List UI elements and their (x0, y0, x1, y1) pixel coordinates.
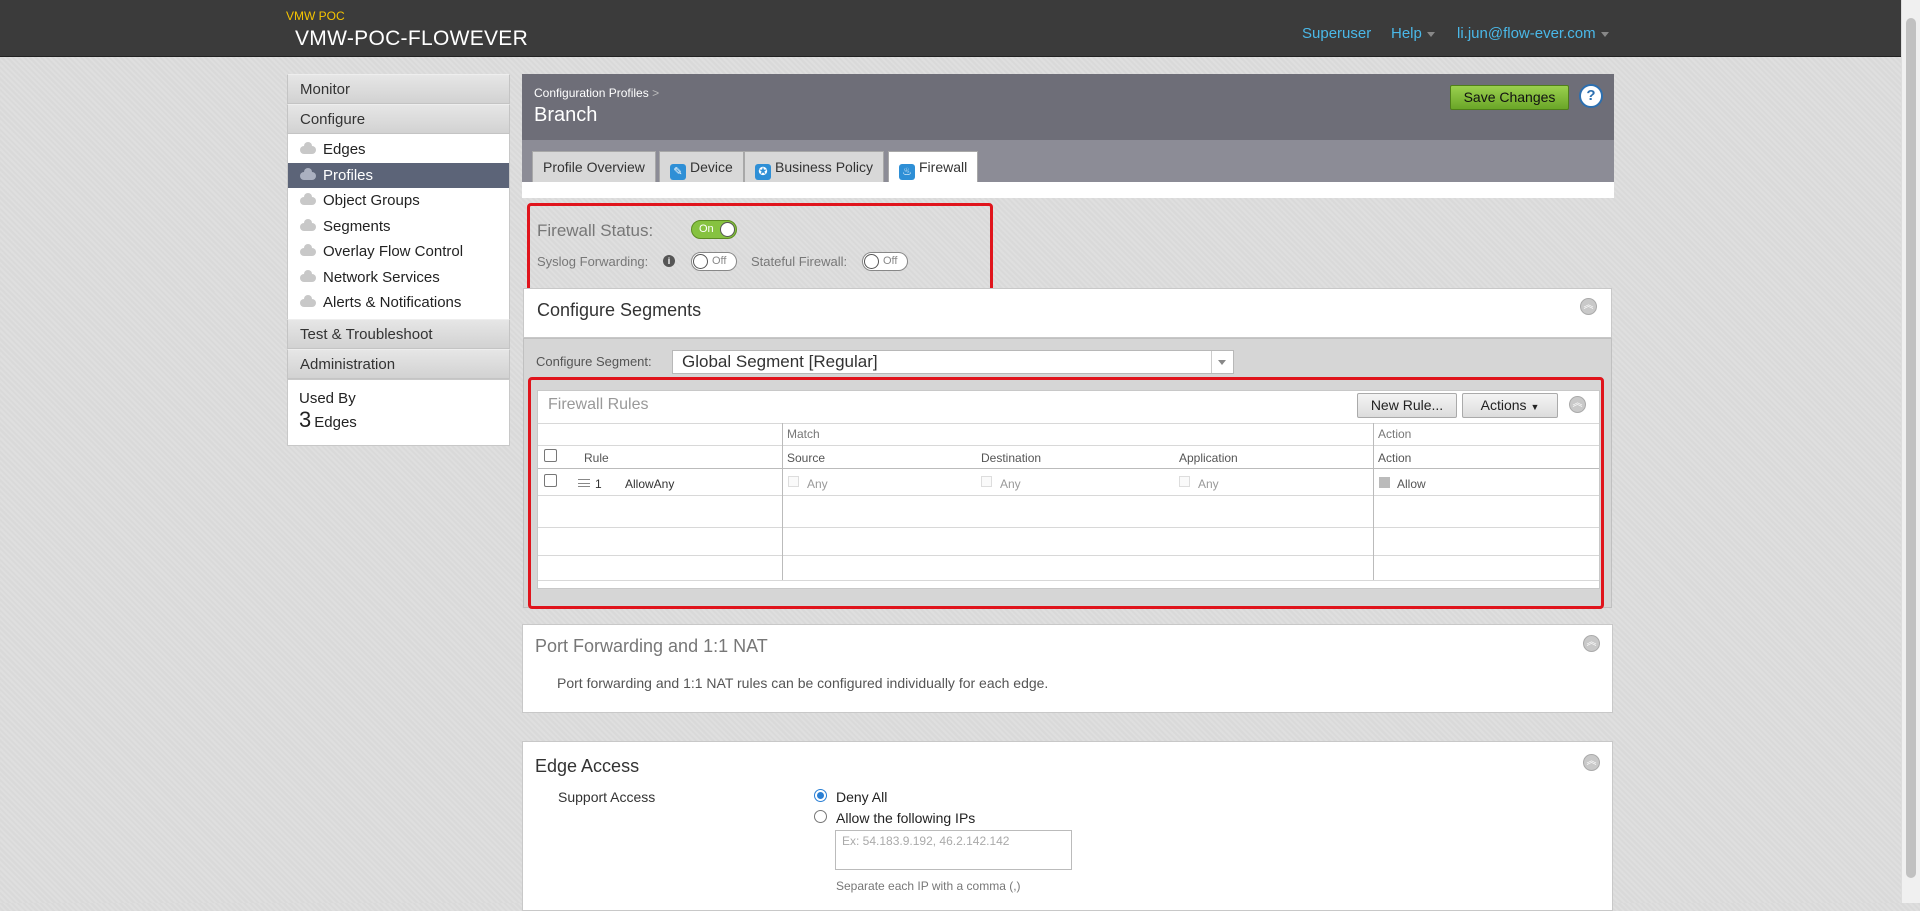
sidebar-test-troubleshoot[interactable]: Test & Troubleshoot (287, 318, 510, 349)
edge-access-panel (522, 741, 1613, 911)
cloud-icon (300, 269, 316, 282)
chevron-down-icon[interactable] (1211, 351, 1233, 373)
sidebar-item-label: Alerts & Notifications (323, 294, 462, 311)
segment-select-value: Global Segment [Regular] (682, 352, 878, 371)
sidebar-item-label: Profiles (323, 166, 374, 184)
breadcrumb-link[interactable]: Configuration Profiles (534, 86, 649, 100)
tab-bar: Profile Overview ✎ Device ✪ Business Polic… (522, 140, 1614, 182)
cloud-icon (300, 295, 316, 307)
scrollbar-thumb[interactable] (1906, 18, 1916, 878)
sidebar-item-label: Edges (323, 141, 366, 158)
deny-all-label[interactable]: Deny All (836, 789, 887, 805)
page-title: Branch (534, 104, 598, 126)
sidebar-item-alerts[interactable]: Alerts & Notifications (288, 290, 509, 316)
sidebar-configure[interactable]: Configure (287, 104, 510, 134)
sidebar-item-overlay-flow-control[interactable]: Overlay Flow Control (288, 239, 509, 265)
collapse-icon[interactable]: ︽ (1583, 635, 1600, 652)
port-forwarding-title: Port Forwarding and 1:1 NAT (535, 636, 768, 656)
sidebar-monitor[interactable]: Monitor (287, 74, 510, 104)
page-header: Configuration Profiles > Branch Save Cha… (522, 74, 1614, 140)
allowed-ips-input[interactable]: Ex: 54.183.9.192, 46.2.142.142 (835, 830, 1072, 870)
chevron-down-icon (1426, 31, 1435, 37)
configure-segments-title: Configure Segments (537, 300, 702, 320)
tab-firewall[interactable]: ♨ Firewall (888, 151, 979, 182)
used-by-count[interactable]: 3 (299, 407, 311, 432)
breadcrumb-separator: > (652, 86, 660, 100)
allow-ips-radio[interactable] (814, 810, 827, 823)
save-changes-button[interactable]: Save Changes (1450, 85, 1569, 110)
sidebar-item-label: Segments (323, 217, 391, 235)
collapse-icon[interactable]: ︽ (1583, 754, 1600, 771)
tab-label: Firewall (919, 159, 968, 175)
sidebar-item-label: Object Groups (323, 192, 420, 209)
edge-access-title: Edge Access (535, 756, 640, 776)
cloud-icon (300, 167, 316, 180)
deny-all-radio[interactable] (814, 789, 827, 802)
highlight-firewall-status (527, 203, 993, 295)
collapse-icon[interactable]: ︽ (1580, 298, 1597, 315)
sidebar-item-object-groups[interactable]: Object Groups (288, 188, 509, 214)
cloud-icon (300, 142, 316, 154)
sidebar-item-edges[interactable]: Edges (288, 137, 509, 163)
tab-business-policy[interactable]: ✪ Business Policy (744, 151, 885, 182)
cloud-icon (300, 244, 316, 256)
ip-hint: Separate each IP with a comma (,) (836, 879, 1021, 893)
used-by-panel: Used By 3 Edges (287, 378, 510, 446)
role-link[interactable]: Superuser (1302, 25, 1371, 42)
highlight-firewall-rules (528, 377, 1604, 609)
firewall-icon: ♨ (899, 164, 915, 180)
chevron-down-icon (1600, 31, 1609, 37)
sidebar-item-network-services[interactable]: Network Services (288, 265, 509, 291)
tab-content-top (522, 182, 1614, 198)
tab-label: Device (690, 159, 733, 175)
ribbon-icon: ✪ (755, 164, 771, 180)
page-scrollbar[interactable] (1901, 0, 1920, 903)
tab-device[interactable]: ✎ Device (659, 151, 744, 182)
port-forwarding-text: Port forwarding and 1:1 NAT rules can be… (557, 675, 1049, 691)
allow-ips-label[interactable]: Allow the following IPs (836, 810, 975, 826)
sidebar: Monitor Configure Edges Profiles Object … (287, 74, 510, 446)
segment-select[interactable]: Global Segment [Regular] (672, 350, 1234, 374)
sidebar-administration[interactable]: Administration (287, 348, 510, 379)
org-label: VMW POC (286, 9, 345, 23)
wrench-icon: ✎ (670, 164, 686, 180)
configure-segment-label: Configure Segment: (536, 354, 652, 369)
help-icon[interactable]: ? (1579, 84, 1603, 108)
used-by-label: Used By (299, 389, 356, 407)
cloud-icon (300, 193, 316, 205)
sidebar-item-segments[interactable]: Segments (288, 214, 509, 240)
breadcrumb: Configuration Profiles > (534, 86, 659, 100)
help-menu[interactable]: Help (1391, 25, 1435, 42)
support-access-label: Support Access (558, 789, 656, 805)
tab-profile-overview[interactable]: Profile Overview (532, 151, 656, 182)
sidebar-item-profiles[interactable]: Profiles (288, 162, 509, 188)
used-by-unit: Edges (314, 413, 357, 431)
main-content: Configuration Profiles > Branch Save Cha… (522, 74, 1614, 198)
user-menu-label: li.jun@flow-ever.com (1457, 25, 1596, 42)
sidebar-configure-list: Edges Profiles Object Groups Segments Ov… (287, 134, 510, 319)
cloud-icon (300, 218, 316, 231)
user-menu[interactable]: li.jun@flow-ever.com (1457, 25, 1609, 42)
sidebar-item-label: Overlay Flow Control (323, 243, 464, 260)
top-bar: VMW POC VMW-POC-FLOWEVER Superuser Help … (0, 0, 1901, 57)
tab-label: Business Policy (775, 159, 874, 175)
help-menu-label: Help (1391, 25, 1422, 42)
app-title[interactable]: VMW-POC-FLOWEVER (295, 27, 528, 51)
sidebar-item-label: Network Services (323, 268, 440, 286)
